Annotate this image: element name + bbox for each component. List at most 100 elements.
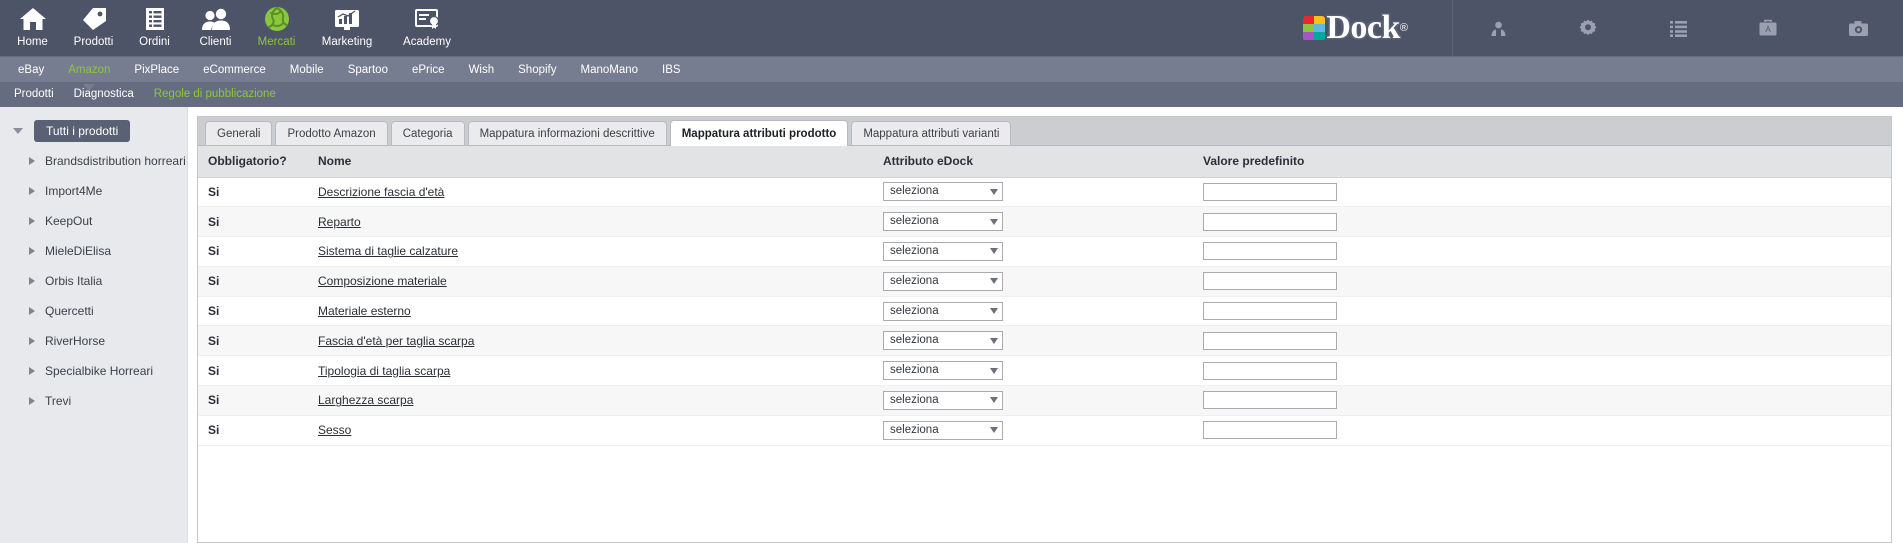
cell-required: Si (198, 325, 308, 357)
sidebar-label: Orbis Italia (45, 274, 103, 288)
tab-categoria[interactable]: Categoria (390, 121, 465, 145)
select-value: seleziona (890, 423, 939, 436)
gear-settings-icon[interactable] (1543, 0, 1633, 56)
edock-attribute-select[interactable]: seleziona (883, 182, 1003, 202)
chevron-down-icon[interactable] (10, 128, 26, 134)
market-tab-manomano[interactable]: ManoMano (569, 57, 651, 83)
nav-item-home[interactable]: Home (2, 0, 63, 49)
attribute-link[interactable]: Fascia d'età per taglia scarpa (318, 334, 474, 348)
section-tab-prodotti[interactable]: Prodotti (4, 82, 64, 107)
panel-tabstrip: Generali Prodotto Amazon Categoria Mappa… (198, 117, 1891, 146)
table-row: Si Reparto seleziona (198, 206, 1891, 238)
section-tab-diagnostica[interactable]: Diagnostica (64, 82, 144, 107)
market-tab-pixplace[interactable]: PixPlace (122, 57, 191, 83)
cell-default-value (1193, 236, 1891, 267)
sidebar-item-mieledielisa[interactable]: MieleDiElisa (0, 236, 187, 266)
market-tab-ebay[interactable]: eBay (6, 57, 56, 83)
edock-attribute-select[interactable]: seleziona (883, 271, 1003, 291)
tab-mappatura-informazioni-descrittive[interactable]: Mappatura informazioni descrittive (467, 121, 667, 145)
market-tab-ecommerce[interactable]: eCommerce (191, 57, 278, 83)
cell-required: Si (198, 236, 308, 267)
sidebar-item-specialbike-horreari[interactable]: Specialbike Horreari (0, 356, 187, 386)
sidebar-item-import4me[interactable]: Import4Me (0, 176, 187, 206)
tab-prodotto-amazon[interactable]: Prodotto Amazon (275, 121, 388, 145)
nav-item-academy[interactable]: Academy (387, 0, 467, 49)
col-header-nome: Nome (308, 146, 873, 178)
active-market-pointer (83, 83, 96, 91)
edock-attribute-select[interactable]: seleziona (883, 390, 1003, 410)
list-menu-icon[interactable] (1633, 0, 1723, 56)
market-tab-wish[interactable]: Wish (457, 57, 507, 83)
home-icon (18, 4, 48, 34)
chevron-right-icon[interactable] (24, 187, 40, 195)
cell-required: Si (198, 385, 308, 416)
nav-item-ordini[interactable]: Ordini (124, 0, 185, 49)
market-tab-ibs[interactable]: IBS (650, 57, 693, 83)
market-tab-amazon[interactable]: Amazon (56, 57, 122, 91)
nav-item-mercati[interactable]: Mercati (246, 0, 307, 58)
sidebar-item-riverhorse[interactable]: RiverHorse (0, 326, 187, 356)
top-nav-right: Dock ® A (1303, 0, 1903, 56)
user-account-icon[interactable] (1453, 0, 1543, 56)
tab-generali[interactable]: Generali (205, 121, 273, 145)
sidebar-item-trevi[interactable]: Trevi (0, 386, 187, 416)
default-value-input[interactable] (1203, 242, 1337, 261)
chevron-right-icon[interactable] (24, 217, 40, 225)
market-tab-spartoo[interactable]: Spartoo (336, 57, 400, 83)
sidebar-item-quercetti[interactable]: Quercetti (0, 296, 187, 326)
default-value-input[interactable] (1203, 182, 1337, 201)
default-value-input[interactable] (1203, 212, 1337, 231)
product-tree-sidebar: Tutti i prodotti Brandsdistribution horr… (0, 107, 188, 543)
attribute-link[interactable]: Reparto (318, 215, 361, 229)
cell-attribute: seleziona (873, 385, 1193, 416)
edock-attribute-select[interactable]: seleziona (883, 331, 1003, 351)
chevron-right-icon[interactable] (24, 247, 40, 255)
table-row: Si Materiale esterno seleziona (198, 296, 1891, 327)
attribute-link[interactable]: Descrizione fascia d'età (318, 185, 444, 199)
default-value-input[interactable] (1203, 391, 1337, 410)
attribute-link[interactable]: Composizione materiale (318, 274, 447, 288)
sidebar-item-brandsdistribution-horreari[interactable]: Brandsdistribution horreari (0, 146, 187, 176)
sidebar-item-orbis-italia[interactable]: Orbis Italia (0, 266, 187, 296)
edock-logo[interactable]: Dock ® (1303, 11, 1452, 45)
nav-item-clienti[interactable]: Clienti (185, 0, 246, 49)
attribute-link[interactable]: Larghezza scarpa (318, 393, 413, 407)
nav-item-marketing[interactable]: Marketing (307, 0, 387, 49)
default-value-input[interactable] (1203, 302, 1337, 321)
chevron-right-icon[interactable] (24, 307, 40, 315)
briefcase-icon[interactable]: A (1723, 0, 1813, 56)
sidebar-item-keepout[interactable]: KeepOut (0, 206, 187, 236)
default-value-input[interactable] (1203, 361, 1337, 380)
tab-mappatura-attributi-prodotto[interactable]: Mappatura attributi prodotto (669, 120, 849, 146)
default-value-input[interactable] (1203, 272, 1337, 291)
chevron-down-icon (990, 308, 998, 315)
chevron-right-icon[interactable] (24, 397, 40, 405)
chevron-down-icon (990, 397, 998, 404)
chevron-right-icon[interactable] (24, 277, 40, 285)
section-tab-regole-di-pubblicazione[interactable]: Regole di pubblicazione (144, 82, 286, 107)
chevron-right-icon[interactable] (24, 367, 40, 375)
chevron-right-icon[interactable] (24, 157, 40, 165)
market-tab-eprice[interactable]: ePrice (400, 57, 457, 83)
attribute-link[interactable]: Tipologia di taglia scarpa (318, 364, 450, 378)
edock-attribute-select[interactable]: seleziona (883, 212, 1003, 232)
col-header-attributo-edock: Attributo eDock (873, 146, 1193, 178)
market-tab-shopify[interactable]: Shopify (506, 57, 568, 83)
edock-attribute-select[interactable]: seleziona (883, 241, 1003, 261)
camera-icon[interactable] (1813, 0, 1903, 56)
chevron-right-icon[interactable] (24, 337, 40, 345)
default-value-input[interactable] (1203, 421, 1337, 440)
attribute-link[interactable]: Materiale esterno (318, 304, 411, 318)
section-nav-bar: Prodotti Diagnostica Regole di pubblicaz… (0, 82, 1903, 107)
tab-mappatura-attributi-varianti[interactable]: Mappatura attributi varianti (851, 121, 1012, 145)
edock-attribute-select[interactable]: seleziona (883, 420, 1003, 440)
edock-attribute-select[interactable]: seleziona (883, 361, 1003, 381)
nav-item-prodotti[interactable]: Prodotti (63, 0, 124, 49)
default-value-input[interactable] (1203, 331, 1337, 350)
market-tab-mobile[interactable]: Mobile (278, 57, 336, 83)
table-header-row: Obbligatorio? Nome Attributo eDock Valor… (198, 146, 1891, 178)
sidebar-item-tutti-i-prodotti[interactable]: Tutti i prodotti (0, 116, 187, 146)
attribute-link[interactable]: Sesso (318, 423, 351, 437)
edock-attribute-select[interactable]: seleziona (883, 301, 1003, 321)
attribute-link[interactable]: Sistema di taglie calzature (318, 244, 458, 258)
